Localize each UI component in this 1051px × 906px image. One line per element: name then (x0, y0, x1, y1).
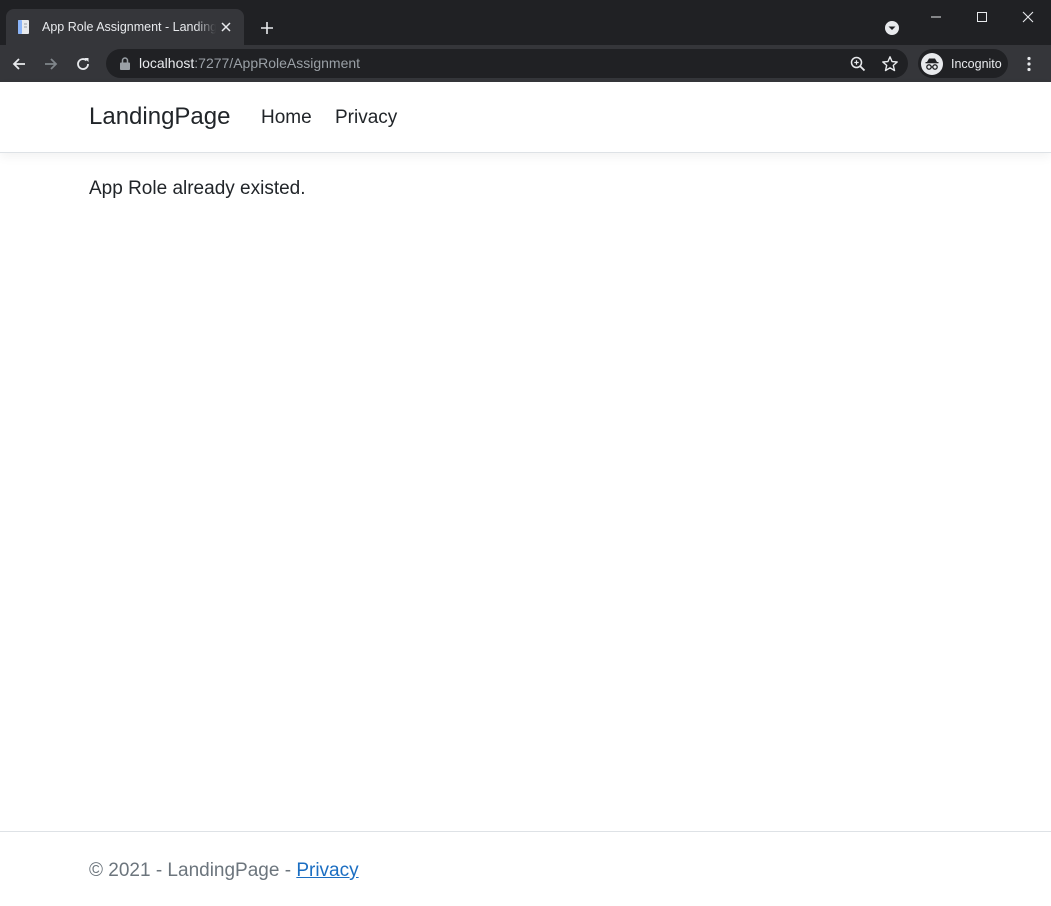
maximize-icon (977, 12, 987, 22)
reload-icon (77, 58, 89, 70)
footer-privacy-link[interactable]: Privacy (296, 860, 358, 881)
close-icon (1022, 11, 1034, 23)
new-tab-button[interactable] (256, 17, 278, 39)
url-host: localhost (139, 55, 195, 71)
bookmark-star-icon[interactable] (881, 55, 899, 73)
chevron-down-circle-icon (885, 21, 899, 35)
browser-frame: App Role Assignment - LandingPage (0, 0, 1051, 82)
incognito-profile-button[interactable]: Incognito (918, 49, 1008, 78)
window-minimize-button[interactable] (922, 4, 950, 30)
incognito-icon (921, 52, 943, 75)
tab-search-button[interactable] (882, 18, 902, 38)
nav-link-privacy[interactable]: Privacy (335, 107, 397, 129)
browser-toolbar: localhost:7277/AppRoleAssignment Incogni… (0, 45, 1051, 82)
forward-button[interactable] (38, 51, 64, 77)
address-bar[interactable]: localhost:7277/AppRoleAssignment (106, 49, 908, 78)
tab-close-icon[interactable] (218, 19, 234, 35)
footer-text: © 2021 - LandingPage - Privacy (89, 860, 359, 882)
arrow-left-icon (12, 58, 25, 70)
tab-strip: App Role Assignment - LandingPage (0, 0, 1051, 45)
window-close-button[interactable] (1014, 4, 1042, 30)
page-viewport: LandingPage Home Privacy App Role alread… (0, 82, 1051, 906)
tab-title: App Role Assignment - LandingPage (42, 20, 216, 34)
url-text[interactable]: localhost:7277/AppRoleAssignment (139, 55, 360, 72)
status-message: App Role already existed. (89, 178, 306, 199)
brand-link[interactable]: LandingPage (89, 103, 230, 131)
url-path: :7277/AppRoleAssignment (194, 55, 361, 71)
page-favicon-icon (16, 19, 32, 35)
footer-copyright: © 2021 - LandingPage - (89, 860, 297, 881)
profile-label: Incognito (951, 56, 1002, 71)
browser-menu-button[interactable] (1018, 52, 1040, 76)
arrow-right-icon (45, 58, 58, 70)
lock-icon (118, 56, 132, 71)
reload-button[interactable] (70, 51, 96, 77)
plus-icon (261, 22, 273, 34)
browser-tab[interactable]: App Role Assignment - LandingPage (6, 9, 244, 45)
minimize-icon (931, 16, 941, 18)
zoom-icon[interactable] (849, 55, 867, 73)
back-button[interactable] (6, 51, 32, 77)
site-navbar: LandingPage Home Privacy (0, 82, 1051, 153)
nav-link-home[interactable]: Home (261, 107, 312, 129)
site-footer: © 2021 - LandingPage - Privacy (0, 831, 1051, 906)
more-vertical-icon (1027, 56, 1031, 72)
window-maximize-button[interactable] (968, 4, 996, 30)
